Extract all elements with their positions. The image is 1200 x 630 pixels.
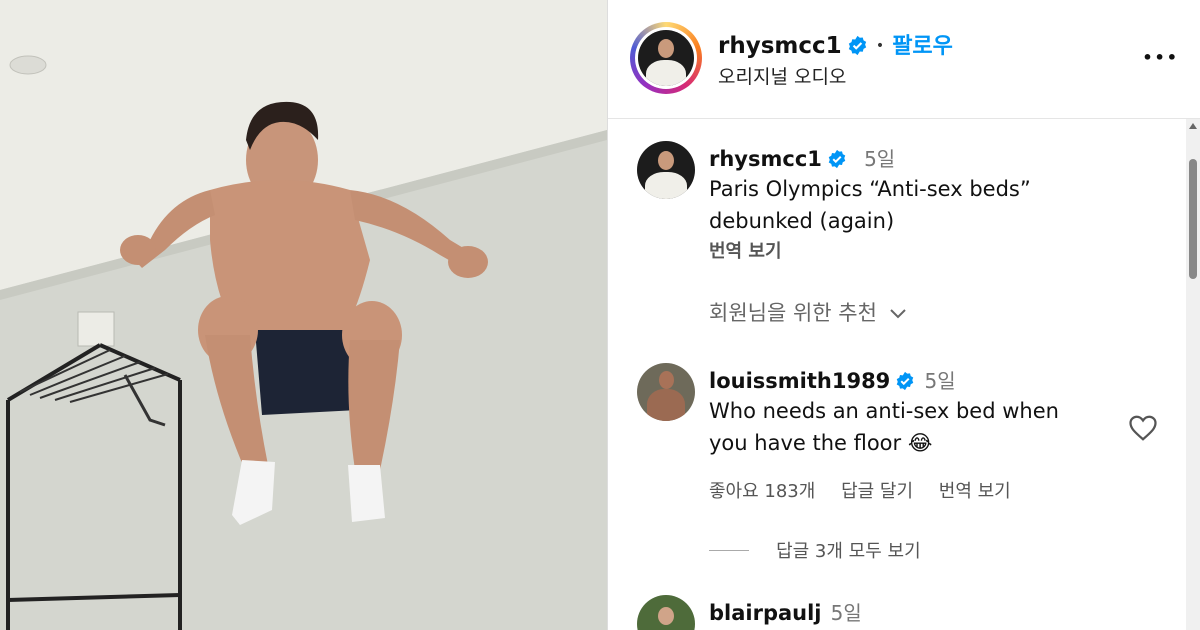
- comment-actions: 좋아요 183개 답글 달기 번역 보기: [709, 477, 1011, 503]
- follow-button[interactable]: 팔로우: [892, 34, 953, 59]
- post-header: rhysmcc1 • 팔로우 오리지널 오디오 •••: [608, 0, 1200, 119]
- scroll-up-arrow-icon[interactable]: [1189, 123, 1197, 129]
- reply-button[interactable]: 답글 달기: [841, 481, 913, 502]
- author-avatar[interactable]: [638, 30, 694, 86]
- commenter-avatar[interactable]: [637, 595, 695, 630]
- author-username[interactable]: rhysmcc1: [718, 33, 842, 59]
- comment-text-line1: Who needs an anti-sex bed when: [709, 399, 1059, 423]
- comment-like-count[interactable]: 좋아요 183개: [709, 481, 815, 502]
- commenter-username[interactable]: louissmith1989: [709, 369, 890, 393]
- recommended-sort-toggle[interactable]: 회원님을 위한 추천: [709, 297, 908, 327]
- recommended-label: 회원님을 위한 추천: [709, 301, 877, 325]
- audio-label[interactable]: 오리지널 오디오: [718, 62, 846, 89]
- comments-section: rhysmcc1 5일 Paris Olympics “Anti-sex bed…: [608, 119, 1200, 630]
- view-replies-label: 답글 3개 모두 보기: [776, 541, 921, 562]
- video-frame-image: [0, 0, 607, 630]
- chevron-down-icon: [889, 309, 906, 319]
- caption-text-line2: debunked (again): [709, 209, 895, 233]
- story-ring[interactable]: [630, 22, 702, 94]
- commenter-avatar[interactable]: [637, 363, 695, 421]
- caption-translate-link[interactable]: 번역 보기: [709, 237, 782, 263]
- comment-translate-link[interactable]: 번역 보기: [939, 481, 1011, 502]
- caption-username[interactable]: rhysmcc1: [709, 147, 822, 171]
- commenter-username[interactable]: blairpaulj: [709, 601, 822, 625]
- caption-text-line1: Paris Olympics “Anti-sex beds”: [709, 177, 1031, 201]
- scroll-thumb[interactable]: [1189, 159, 1197, 279]
- separator-dot: •: [875, 38, 885, 54]
- comment-timestamp[interactable]: 5일: [831, 601, 862, 625]
- replies-divider-line: [709, 550, 749, 551]
- post-detail-panel: rhysmcc1 • 팔로우 오리지널 오디오 ••• rhysmcc1 5일 …: [607, 0, 1200, 630]
- verified-badge-icon: [897, 371, 914, 391]
- comment-timestamp[interactable]: 5일: [924, 369, 955, 393]
- verified-badge-icon: [828, 149, 846, 169]
- verified-badge-icon: [848, 35, 866, 56]
- comment-text-line2: you have the floor 😂: [709, 431, 933, 455]
- view-replies-toggle[interactable]: 답글 3개 모두 보기: [709, 537, 921, 563]
- video-player[interactable]: [0, 0, 607, 630]
- caption-timestamp[interactable]: 5일: [864, 147, 895, 171]
- more-options-icon[interactable]: •••: [1142, 48, 1179, 67]
- like-heart-icon[interactable]: [1128, 414, 1158, 442]
- comments-scrollbar[interactable]: [1186, 119, 1200, 630]
- caption-author-avatar[interactable]: [637, 141, 695, 199]
